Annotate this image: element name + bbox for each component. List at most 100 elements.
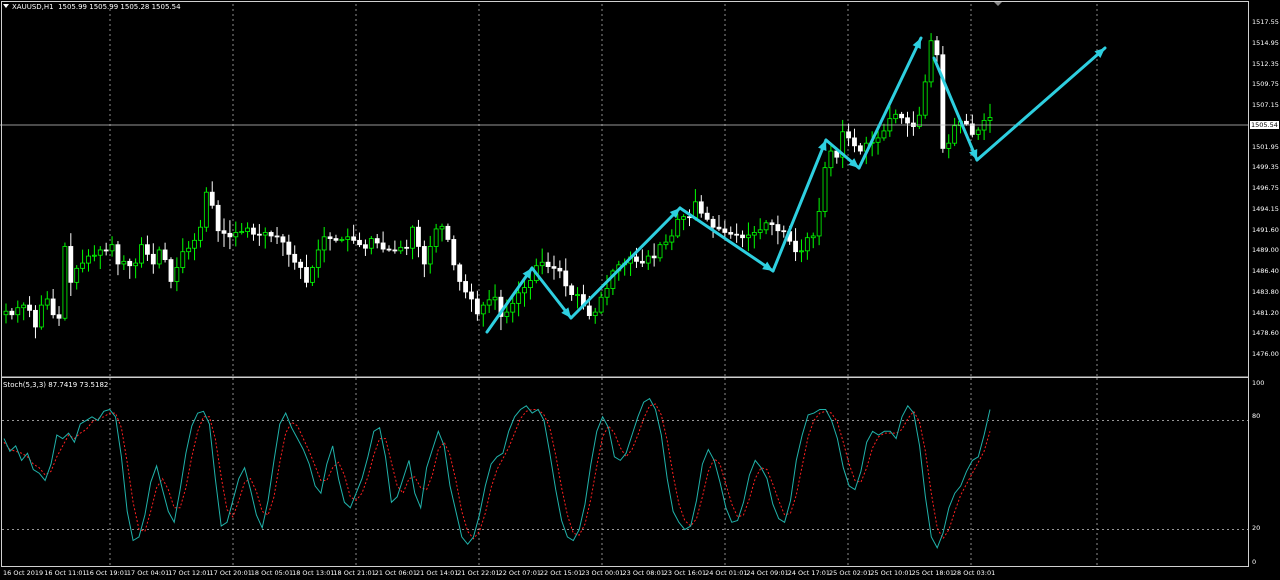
- stoch-axis-label: 20: [1252, 524, 1261, 532]
- candle-body: [663, 241, 669, 246]
- candle-body: [592, 311, 598, 317]
- stoch-signal-line: [3, 403, 991, 540]
- price-axis-label: 1478.60: [1252, 329, 1279, 338]
- candle-body: [145, 244, 150, 255]
- time-axis-label: 21 Oct 14:01: [416, 569, 459, 577]
- candle-body: [292, 253, 298, 263]
- candle-body: [492, 296, 498, 301]
- time-axis-label: 21 Oct 06:01: [374, 569, 418, 577]
- candle-body: [115, 244, 121, 265]
- candle-body: [339, 239, 345, 241]
- candle-body: [828, 150, 834, 169]
- candle-body: [133, 262, 139, 267]
- price-axis-label: 1507.15: [1252, 101, 1279, 109]
- time-axis-label: 23 Oct 00:01: [581, 569, 624, 577]
- time-axis-label: 23 Oct 16:01: [663, 569, 707, 577]
- price-axis-label: 1496.75: [1252, 184, 1279, 192]
- candle-body: [27, 304, 32, 311]
- candle-body: [227, 232, 233, 238]
- candle-body: [816, 211, 822, 237]
- candle-body: [427, 246, 433, 265]
- time-axis-label: 23 Oct 08:01: [622, 569, 665, 577]
- candle-body: [256, 233, 262, 236]
- candle-body: [763, 222, 769, 231]
- candle-body: [451, 239, 457, 266]
- candle-body: [975, 129, 981, 135]
- price-axis-label: 1491.60: [1252, 225, 1279, 234]
- candle-body: [645, 255, 651, 264]
- candle-body: [239, 231, 245, 233]
- time-axis-label: 25 Oct 18:01: [911, 569, 954, 577]
- candle-body: [298, 261, 304, 268]
- candle-body: [103, 249, 109, 252]
- candle-body: [928, 40, 934, 83]
- candle-body: [86, 255, 91, 264]
- candle-body: [56, 314, 62, 319]
- candle-body: [333, 238, 339, 241]
- candle-body: [704, 212, 710, 220]
- candle-body: [280, 236, 286, 243]
- trend-arrow-line: [569, 206, 682, 320]
- candle-body: [969, 123, 975, 135]
- candle-body: [751, 232, 757, 236]
- candle-body: [657, 244, 663, 259]
- candle-body: [510, 302, 516, 313]
- price-pane-border: [1, 1, 1249, 378]
- candle-body: [722, 228, 728, 233]
- candle-body: [952, 125, 958, 144]
- candle-body: [363, 244, 368, 249]
- candle-body: [804, 237, 810, 252]
- candle-body: [156, 249, 162, 265]
- candle-body: [793, 240, 798, 253]
- trading-chart[interactable]: [0, 0, 1280, 580]
- candle-body: [598, 296, 604, 313]
- candle-body: [822, 167, 828, 212]
- candle-body: [463, 281, 468, 293]
- candle-body: [309, 267, 315, 283]
- candle-body: [198, 226, 203, 241]
- candle-body: [404, 246, 410, 249]
- candle-body: [315, 249, 321, 268]
- candle-body: [922, 81, 928, 116]
- current-price-tag: 1505.54: [1250, 121, 1279, 129]
- candle-body: [168, 259, 174, 282]
- candle-body: [215, 204, 221, 232]
- candle-body: [675, 218, 681, 237]
- candle-body: [769, 222, 775, 225]
- candle-body: [516, 292, 522, 304]
- candle-body: [634, 256, 639, 262]
- time-axis-label: 22 Oct 07:01: [498, 569, 541, 577]
- candle-body: [38, 304, 44, 328]
- candle-body: [681, 216, 687, 220]
- candle-body: [97, 249, 103, 256]
- price-axis-label: 1517.55: [1252, 18, 1279, 26]
- trend-arrows: [485, 36, 1107, 334]
- candle-body: [740, 234, 745, 239]
- candle-body: [575, 294, 580, 296]
- candle-body: [480, 304, 486, 315]
- time-axis-label: 17 Oct 20:01: [209, 569, 252, 577]
- candle-body: [905, 117, 910, 124]
- candle-body: [946, 142, 952, 149]
- time-axis-label: 24 Oct 01:01: [705, 569, 748, 577]
- candle-body: [9, 310, 15, 316]
- candle-body: [563, 270, 569, 287]
- price-axis-label: 1494.15: [1252, 204, 1279, 213]
- candle-body: [651, 255, 657, 259]
- candle-body: [964, 120, 969, 125]
- candle-body: [3, 310, 9, 316]
- candle-body: [15, 307, 21, 316]
- shift-marker-icon[interactable]: [994, 2, 1002, 6]
- trend-arrow-line: [975, 46, 1107, 162]
- candle-body: [127, 260, 133, 267]
- candle-body: [728, 232, 734, 235]
- candle-body: [486, 299, 492, 306]
- price-axis-label: 1489.00: [1252, 246, 1279, 255]
- time-axis-label: 21 Oct 22:01: [457, 569, 500, 577]
- candle-body: [109, 244, 115, 252]
- dropdown-triangle-icon[interactable]: [3, 4, 9, 8]
- candle-body: [121, 260, 127, 265]
- candle-body: [139, 244, 144, 264]
- stoch-main-line: [3, 397, 991, 549]
- stoch-axis-label: 100: [1252, 379, 1265, 387]
